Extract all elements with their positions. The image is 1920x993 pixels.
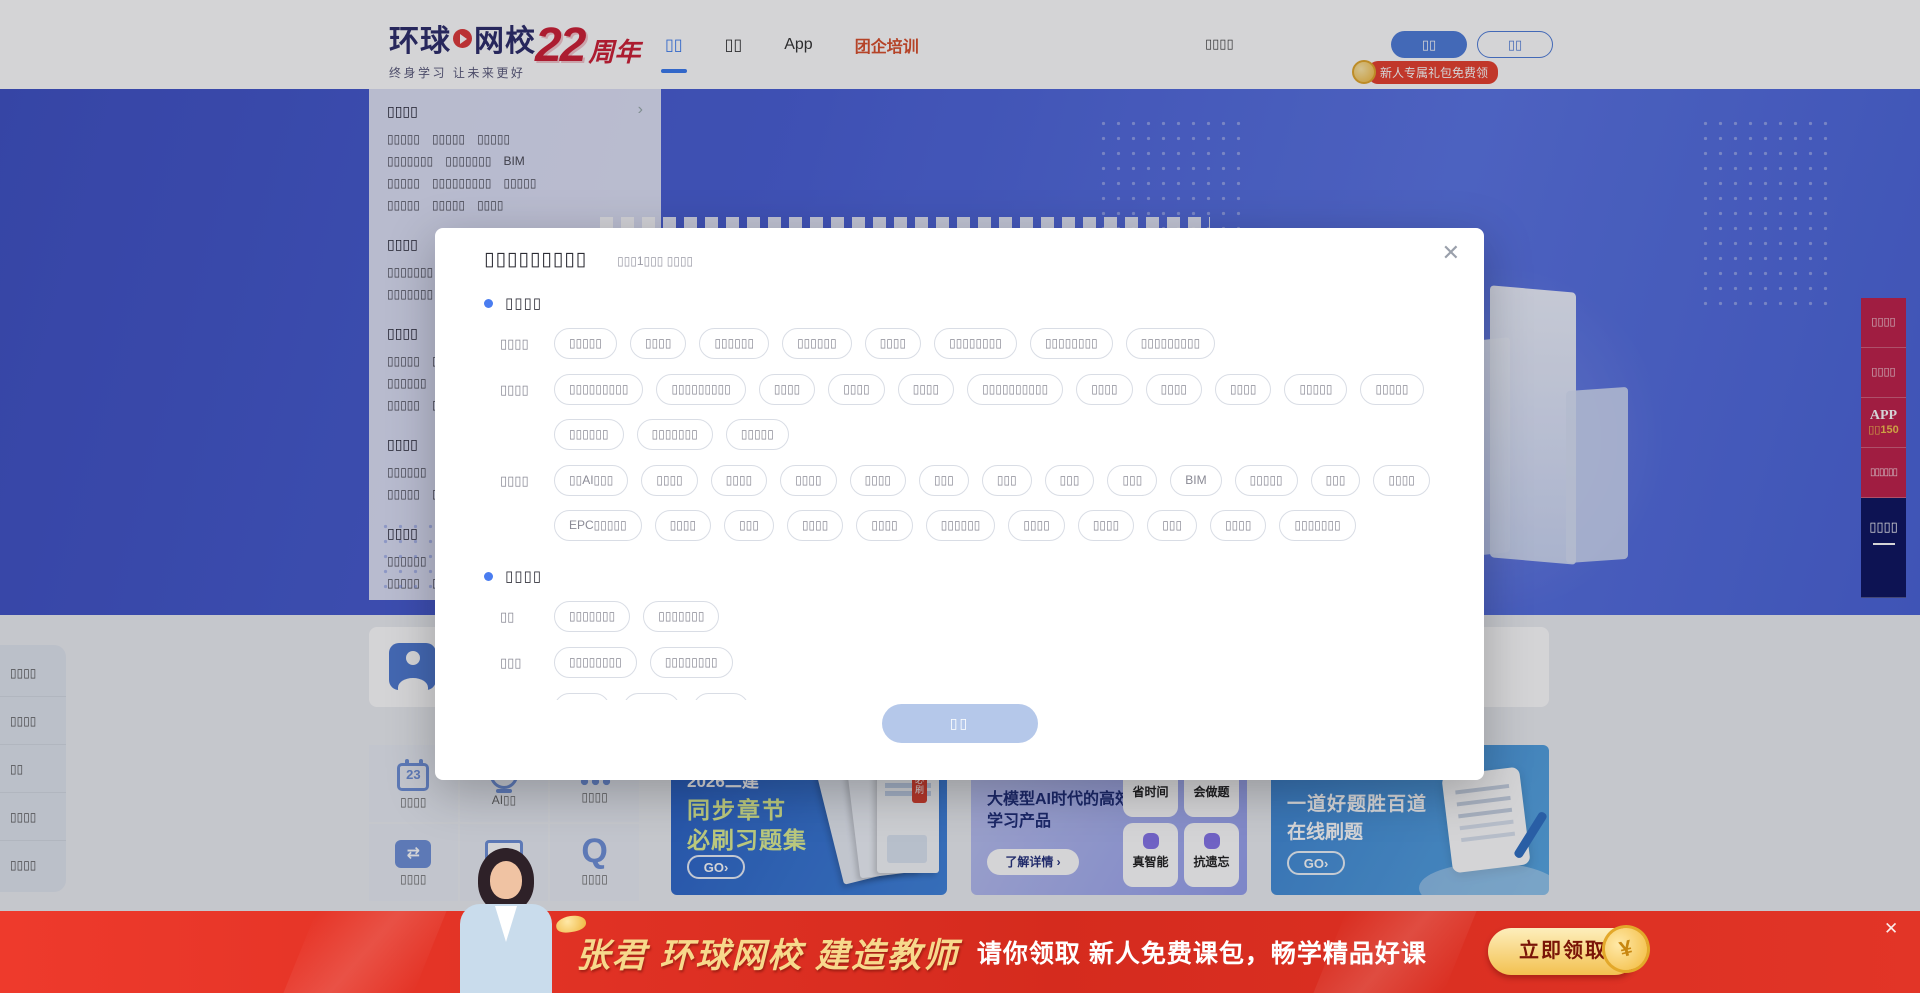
course-chip[interactable]: ▯▯▯▯▯▯▯	[643, 601, 719, 632]
course-chip[interactable]: ▯▯▯▯	[787, 510, 843, 541]
course-chip[interactable]: ▯▯▯▯▯▯▯	[637, 419, 713, 450]
course-chip[interactable]: ▯▯▯▯▯▯▯▯	[650, 647, 733, 678]
course-chip[interactable]: ▯▯▯▯▯▯▯	[554, 601, 630, 632]
course-chip[interactable]: EPC▯▯▯▯▯	[554, 510, 642, 541]
chip-list: ▯▯AI▯▯▯▯▯▯▯▯▯▯▯▯▯▯▯▯▯▯▯▯▯▯▯▯▯▯▯▯▯▯▯BIM▯▯…	[554, 465, 1438, 541]
chip-list: ▯▯▯▯▯▯▯▯▯▯▯▯▯▯▯▯▯▯▯▯▯▯▯▯▯▯▯▯▯▯▯▯▯▯▯▯▯▯▯▯…	[554, 328, 1438, 359]
course-chip[interactable]: ▯▯▯▯▯	[1235, 465, 1298, 496]
course-chip[interactable]: ▯▯▯▯	[1076, 374, 1132, 405]
course-chip[interactable]: ▯▯▯▯	[828, 374, 884, 405]
course-chip[interactable]: ▯▯▯▯	[1146, 374, 1202, 405]
course-chip[interactable]: ▯▯▯▯▯▯▯▯▯	[656, 374, 745, 405]
course-chip[interactable]: ▯▯▯▯▯	[1360, 374, 1423, 405]
course-chip[interactable]: ▯▯▯	[982, 465, 1032, 496]
promo-teacher-title: 张君 环球网校 建造教师	[576, 928, 959, 977]
course-chip[interactable]: ▯▯▯▯	[655, 510, 711, 541]
course-chip[interactable]: ▯▯▯▯▯▯▯▯	[1030, 328, 1113, 359]
chip-list: ▯▯▯▯▯▯▯▯▯▯▯▯▯▯▯▯▯▯▯▯▯▯▯▯▯▯▯▯▯▯▯▯▯▯▯▯▯▯▯▯…	[554, 374, 1438, 450]
modal-section-heading: ▯▯▯▯	[484, 294, 1444, 312]
modal-body: ▯▯▯▯▯▯▯▯▯▯▯▯▯▯▯▯▯▯▯▯▯▯▯▯▯▯▯▯▯▯▯▯▯▯▯▯▯▯▯▯…	[484, 286, 1444, 700]
modal-group-label: ▯▯▯▯	[484, 328, 554, 359]
modal-section-title: ▯▯▯▯	[505, 567, 542, 585]
modal-group-label: ▯▯	[484, 601, 554, 632]
modal-section-title: ▯▯▯▯	[505, 294, 542, 312]
course-chip[interactable]: ▯▯▯▯	[641, 465, 697, 496]
course-chip[interactable]: ▯▯▯▯	[554, 693, 610, 700]
shine-decor	[283, 911, 446, 993]
course-chip[interactable]: ▯▯▯▯	[898, 374, 954, 405]
modal-title: ▯▯▯▯▯▯▯▯▯	[484, 248, 587, 271]
modal-group-label: ▯▯▯▯	[484, 374, 554, 450]
course-chip[interactable]: ▯▯▯▯	[1210, 510, 1266, 541]
course-chip[interactable]: ▯▯▯▯▯	[554, 328, 617, 359]
promo-text-row: 张君 环球网校 建造教师 请你领取 新人免费课包，畅学精品好课	[576, 911, 1427, 993]
modal-group-row: ▯▯▯▯▯▯▯▯▯▯▯▯▯▯▯▯▯▯▯	[484, 647, 1444, 678]
course-chip[interactable]: ▯▯▯▯	[1008, 510, 1064, 541]
page: 环球 网校 终身学习 让未来更好 22 周年 ▯▯▯▯App团企培训 ▯▯▯▯ …	[0, 0, 1920, 993]
teacher-face	[490, 861, 522, 899]
course-chip[interactable]: ▯▯▯▯▯▯▯▯▯	[1126, 328, 1215, 359]
course-chip[interactable]: ▯▯▯▯	[630, 328, 686, 359]
course-chip[interactable]: ▯▯▯▯	[623, 693, 679, 700]
course-chip[interactable]: ▯▯▯	[1045, 465, 1095, 496]
modal-header: ▯▯▯▯▯▯▯▯▯ ▯▯▯1▯▯▯ ▯▯▯▯	[484, 248, 693, 271]
modal-group-label	[484, 693, 554, 700]
course-chip[interactable]: ▯▯▯▯	[1215, 374, 1271, 405]
course-chip[interactable]: ▯▯▯	[1147, 510, 1197, 541]
chip-list: ▯▯▯▯ ▯▯▯▯ ▯▯▯▯	[554, 693, 1438, 700]
course-chip[interactable]: ▯▯▯	[724, 510, 774, 541]
course-chip[interactable]: ▯▯▯▯▯	[726, 419, 789, 450]
course-chip[interactable]: ▯▯▯▯▯▯▯▯▯▯	[967, 374, 1063, 405]
bullet-dot-icon	[484, 572, 493, 581]
exam-select-modal: ▯▯▯▯▯▯▯▯▯ ▯▯▯1▯▯▯ ▯▯▯▯ ✕ ▯▯▯▯▯▯▯▯▯▯▯▯▯▯▯…	[435, 228, 1484, 780]
course-chip[interactable]: ▯▯▯▯	[780, 465, 836, 496]
course-chip[interactable]: ▯▯▯▯▯▯▯▯	[934, 328, 1017, 359]
modal-subtitle: ▯▯▯1▯▯▯ ▯▯▯▯	[617, 254, 693, 268]
chip-list: ▯▯▯▯▯▯▯ ▯▯▯▯▯▯▯	[554, 601, 1438, 632]
course-chip[interactable]: ▯▯▯	[919, 465, 969, 496]
course-chip[interactable]: BIM	[1170, 465, 1221, 496]
course-chip[interactable]: ▯▯AI▯▯▯	[554, 465, 628, 496]
course-chip[interactable]: ▯▯▯▯▯▯	[699, 328, 769, 359]
promo-offer-text: 请你领取 新人免费课包，畅学精品好课	[977, 934, 1427, 970]
course-chip[interactable]: ▯▯▯▯▯▯▯▯	[554, 647, 637, 678]
modal-section-heading: ▯▯▯▯	[484, 567, 1444, 585]
course-chip[interactable]: ▯▯▯▯▯▯	[554, 419, 624, 450]
course-chip[interactable]: ▯▯▯▯▯▯▯	[1279, 510, 1355, 541]
modal-group-row: ▯▯▯▯ ▯▯▯▯ ▯▯▯▯	[484, 693, 1444, 700]
course-chip[interactable]: ▯▯▯▯	[850, 465, 906, 496]
course-chip[interactable]: ▯▯▯▯	[711, 465, 767, 496]
course-chip[interactable]: ▯▯▯▯▯▯▯▯▯	[554, 374, 643, 405]
teacher-photo	[452, 848, 562, 993]
course-chip[interactable]: ▯▯▯	[1311, 465, 1361, 496]
modal-group-row: ▯▯▯▯▯▯▯▯▯▯▯▯▯▯▯▯▯▯▯▯▯▯▯▯▯▯▯▯▯▯▯▯▯▯▯▯▯▯▯▯…	[484, 328, 1444, 359]
modal-group-label: ▯▯▯▯	[484, 465, 554, 541]
bullet-dot-icon	[484, 299, 493, 308]
course-chip[interactable]: ▯▯▯	[1107, 465, 1157, 496]
course-chip[interactable]: ▯▯▯▯	[1078, 510, 1134, 541]
promo-close-icon[interactable]: ✕	[1884, 919, 1898, 939]
course-chip[interactable]: ▯▯▯▯	[856, 510, 912, 541]
course-chip[interactable]: ▯▯▯▯▯▯	[782, 328, 852, 359]
modal-group-row: ▯▯▯▯▯▯AI▯▯▯▯▯▯▯▯▯▯▯▯▯▯▯▯▯▯▯▯▯▯▯▯▯▯▯▯▯▯▯B…	[484, 465, 1444, 541]
course-chip[interactable]: ▯▯▯▯	[865, 328, 921, 359]
course-chip[interactable]: ▯▯▯▯▯▯	[926, 510, 996, 541]
close-icon[interactable]: ✕	[1442, 242, 1460, 264]
modal-group-row: ▯▯▯▯▯▯▯▯▯▯▯▯▯▯▯▯▯▯▯▯▯▯▯▯▯▯▯▯▯▯▯▯▯▯▯▯▯▯▯▯…	[484, 374, 1444, 450]
modal-submit-button[interactable]: ▯▯	[882, 704, 1038, 743]
modal-group-label: ▯▯▯	[484, 647, 554, 678]
chip-list: ▯▯▯▯▯▯▯▯ ▯▯▯▯▯▯▯▯	[554, 647, 1438, 678]
course-chip[interactable]: ▯▯▯▯	[759, 374, 815, 405]
course-chip[interactable]: ▯▯▯▯	[693, 693, 749, 700]
course-chip[interactable]: ▯▯▯▯	[1373, 465, 1429, 496]
course-chip[interactable]: ▯▯▯▯▯	[1284, 374, 1347, 405]
modal-group-row: ▯▯▯▯▯▯▯▯▯▯▯▯▯▯▯▯	[484, 601, 1444, 632]
